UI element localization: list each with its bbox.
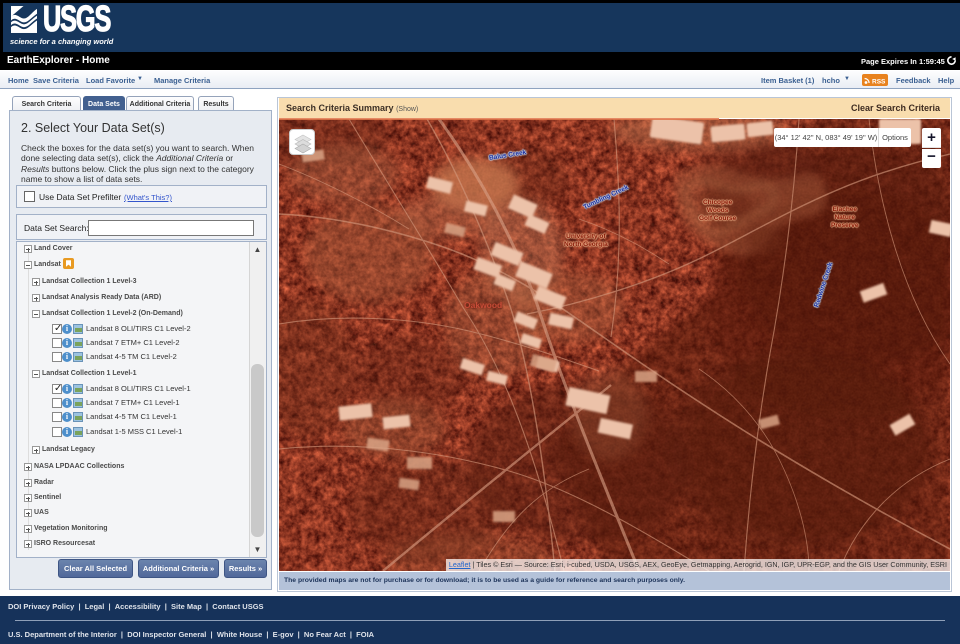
svg-text:RSS: RSS [872,79,886,86]
